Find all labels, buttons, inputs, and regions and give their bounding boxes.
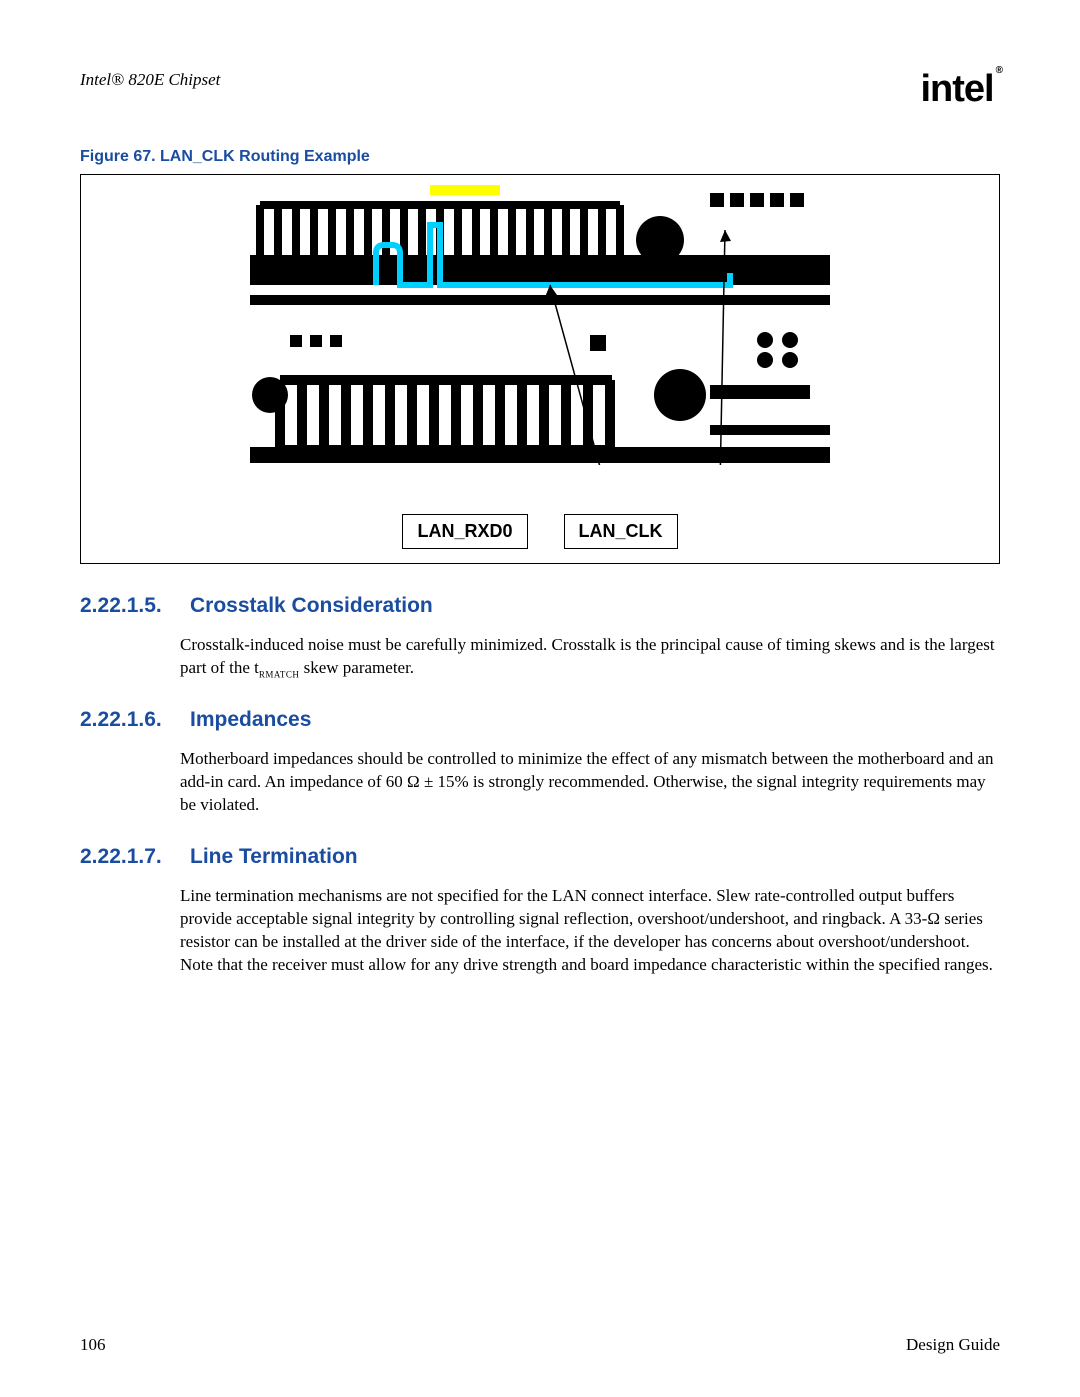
section-heading-line-termination: 2.22.1.7.Line Termination [80, 845, 1000, 869]
section-body-line-termination: Line termination mechanisms are not spec… [180, 885, 1000, 977]
page-footer: 106 Design Guide [80, 1335, 1000, 1355]
pcb-diagram [250, 185, 830, 465]
logo-text: intel [921, 68, 994, 110]
intel-logo: intel® [921, 70, 1001, 108]
section-title: Impedances [190, 708, 311, 731]
doc-title: Intel® 820E Chipset [80, 70, 220, 90]
label-lan-clk: LAN_CLK [564, 514, 678, 549]
section-title: Crosstalk Consideration [190, 594, 433, 617]
section-num: 2.22.1.7. [80, 845, 190, 869]
figure-labels: LAN_RXD0 LAN_CLK [81, 514, 999, 549]
footer-label: Design Guide [906, 1335, 1000, 1355]
page-number: 106 [80, 1335, 106, 1355]
section-num: 2.22.1.6. [80, 708, 190, 732]
section-body-impedances: Motherboard impedances should be control… [180, 748, 1000, 817]
label-lan-rxd0: LAN_RXD0 [402, 514, 527, 549]
figure-caption: Figure 67. LAN_CLK Routing Example [80, 148, 1000, 166]
section-body-crosstalk: Crosstalk-induced noise must be carefull… [180, 634, 1000, 680]
section-heading-crosstalk: 2.22.1.5.Crosstalk Consideration [80, 594, 1000, 618]
section-heading-impedances: 2.22.1.6.Impedances [80, 708, 1000, 732]
figure-box: LAN_RXD0 LAN_CLK [80, 174, 1000, 564]
pcb-svg [250, 185, 830, 465]
section-num: 2.22.1.5. [80, 594, 190, 618]
logo-sub: ® [996, 65, 1002, 76]
page-header: Intel® 820E Chipset intel® [80, 70, 1000, 108]
section-title: Line Termination [190, 845, 358, 868]
